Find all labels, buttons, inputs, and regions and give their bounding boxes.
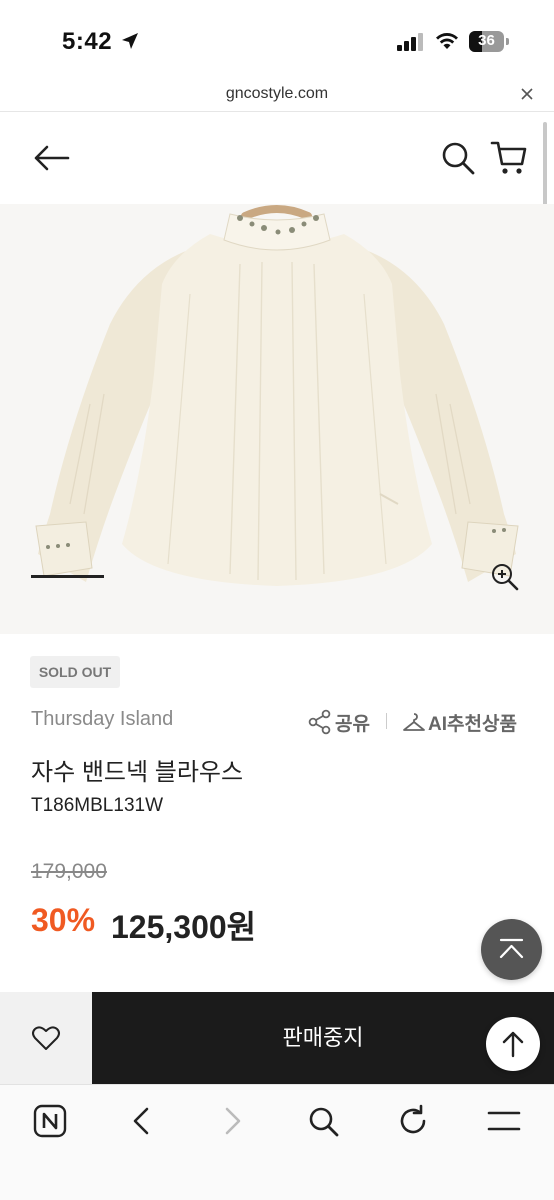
divider [386,713,387,729]
scroll-to-top-button[interactable] [486,1017,540,1071]
naver-icon[interactable] [32,1103,68,1139]
sale-price: 125,300원 [111,909,257,945]
ai-recommend-label: AI추천상품 [428,713,517,735]
reload-icon[interactable] [395,1103,431,1139]
ai-recommend-button[interactable]: AI추천상품 [402,708,517,736]
arrow-up-icon [502,1031,524,1058]
search-icon[interactable] [305,1103,341,1139]
url-text[interactable]: gncostyle.com [0,85,554,103]
heart-icon [32,1026,60,1050]
zoom-in-icon[interactable] [490,562,520,592]
battery-percent: 36 [478,32,495,49]
wishlist-button[interactable] [0,992,92,1084]
battery-icon: 36 [469,31,509,52]
collapse-up-icon [499,938,524,959]
product-image[interactable] [0,204,554,634]
chevron-left-icon[interactable] [124,1103,160,1139]
share-button[interactable]: 공유 [307,708,370,736]
hanger-icon [403,713,425,731]
clock: 5:42 [62,28,113,55]
discount-rate: 30% [31,902,96,938]
brand-name[interactable]: Thursday Island [31,708,173,731]
browser-toolbar [0,1084,554,1200]
chevron-right-icon[interactable] [214,1103,250,1139]
sales-stopped-button[interactable]: 판매중지 [92,992,554,1084]
status-bar: 5:42 36 [0,0,554,78]
menu-icon[interactable] [486,1103,522,1139]
blouse-photo [35,205,519,586]
close-icon[interactable] [520,87,534,101]
back-arrow-icon[interactable] [32,142,72,174]
url-bar[interactable]: gncostyle.com [0,78,554,112]
cart-icon[interactable] [490,138,528,176]
signal-icon [397,33,423,51]
product-code: T186MBL131W [31,795,164,816]
original-price: 179,000 [31,860,107,883]
share-label: 공유 [335,713,370,735]
location-arrow-icon [122,33,138,49]
sold-out-badge: SOLD OUT [30,656,120,688]
purchase-action-bar: 판매중지 [0,992,554,1084]
wifi-icon [436,33,458,49]
product-name: 자수 밴드넥 블라우스 [31,759,244,786]
share-icon [308,709,331,735]
site-header [0,112,554,204]
collapse-up-button[interactable] [481,919,542,980]
image-pager-indicator[interactable] [31,575,104,578]
search-icon[interactable] [440,140,476,176]
